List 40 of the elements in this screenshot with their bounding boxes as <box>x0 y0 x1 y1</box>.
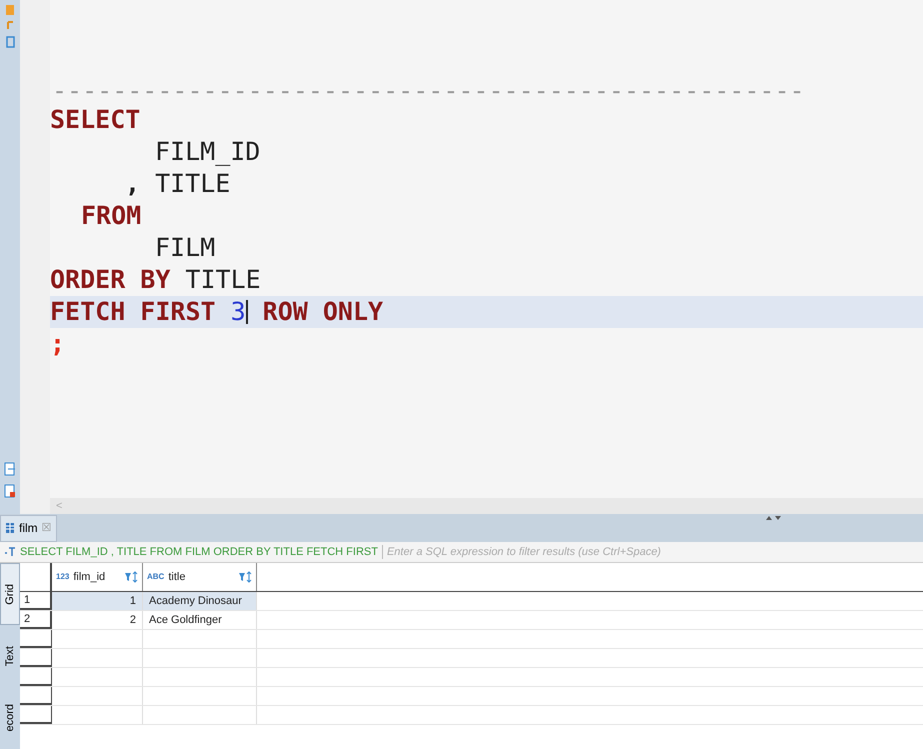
table-cell: 1 <box>52 592 143 610</box>
row-number[interactable]: 2 <box>20 611 52 629</box>
code-token: ; <box>50 328 66 360</box>
side-tab[interactable]: Text <box>0 625 20 687</box>
code-token: ROW ONLY <box>262 296 384 328</box>
table-cell: Academy Dinosaur <box>143 592 257 610</box>
code-token: , <box>125 168 140 200</box>
column-header[interactable]: ABC title <box>143 563 257 591</box>
code-token: TITLE <box>185 264 261 296</box>
filter-sort-icon[interactable] <box>124 571 138 583</box>
row-header <box>20 706 52 724</box>
file-error-icon[interactable] <box>4 484 16 498</box>
filter-field[interactable]: Enter a SQL expression to filter results (use Ctrl+Space) <box>386 544 919 560</box>
row-header <box>20 649 52 667</box>
type-label: 123 <box>56 571 70 583</box>
query-text: SELECT FILM_ID , TITLE FROM FILM ORDER BY TITLE FETCH FIRST <box>20 544 378 560</box>
code-token: FROM <box>81 200 142 232</box>
row-header <box>20 687 52 705</box>
column-header[interactable]: 123 film_id <box>52 563 143 591</box>
row-header <box>20 668 52 686</box>
table-cell: Ace Goldfinger <box>143 611 257 629</box>
side-tab[interactable]: ecord <box>0 687 20 749</box>
code-token: SELECT <box>50 104 140 136</box>
table-icon <box>5 522 15 534</box>
code-token: ORDER BY <box>50 264 170 296</box>
code-token: FILM <box>155 232 216 264</box>
comment-line: -------------------------------------------------- <box>51 75 806 104</box>
text-mode-icon <box>4 546 16 558</box>
table-cell: 2 <box>52 611 143 629</box>
file-export-icon[interactable] <box>4 462 16 476</box>
filter-sort-icon[interactable] <box>238 571 252 583</box>
code-token: FETCH FIRST <box>50 296 216 328</box>
page-icon[interactable] <box>5 36 15 48</box>
code-token: TITLE <box>155 168 230 200</box>
type-label: ABC <box>147 571 164 583</box>
code-token: FILM_ID <box>155 136 260 168</box>
row-header <box>20 630 52 648</box>
results-tab[interactable]: film ☒ <box>0 514 57 542</box>
side-tab[interactable]: Grid <box>0 563 20 625</box>
code-token: 3 <box>230 296 246 328</box>
